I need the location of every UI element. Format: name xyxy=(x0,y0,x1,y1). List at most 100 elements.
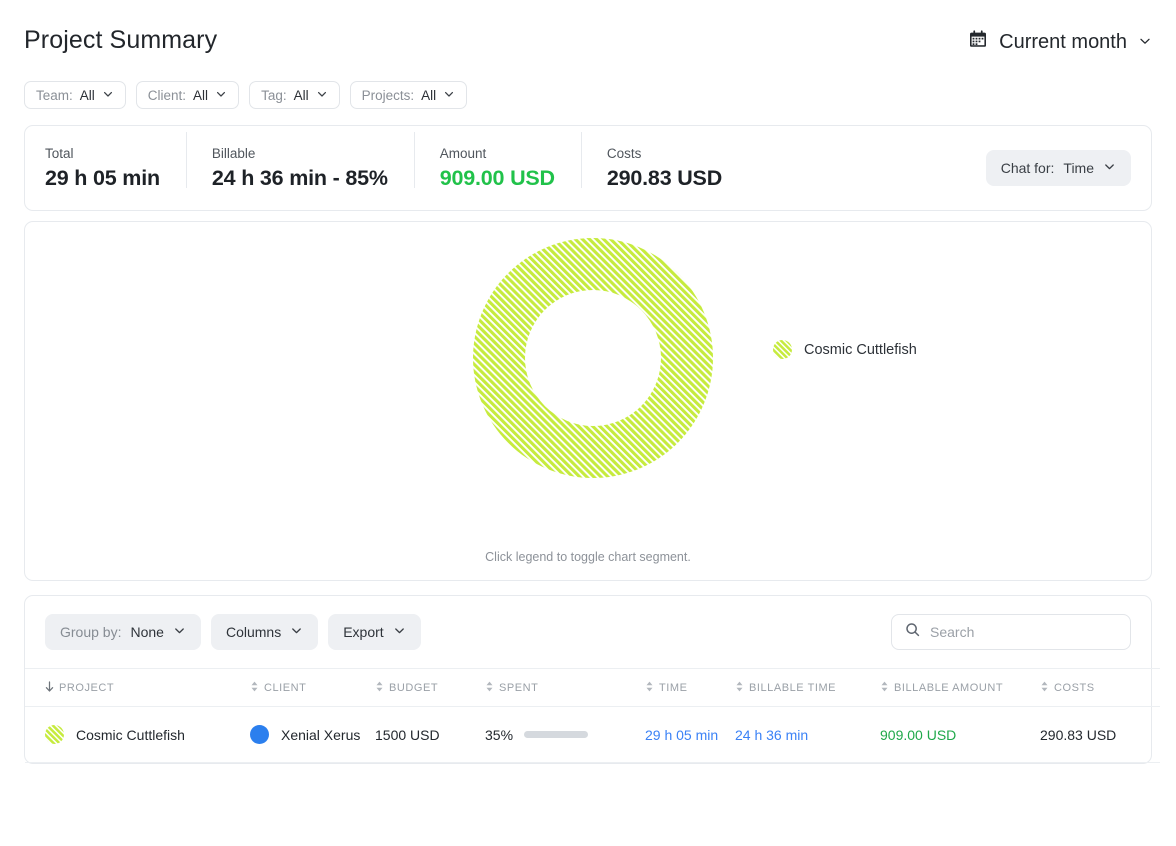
summary-stats-card: Total 29 h 05 min Billable 24 h 36 min -… xyxy=(24,125,1152,211)
filter-client-label: Client: xyxy=(147,87,187,103)
filter-tag-value: All xyxy=(293,87,309,103)
table-toolbar: Group by: None Columns Export xyxy=(25,596,1151,668)
column-header-costs[interactable]: COSTS xyxy=(1040,668,1160,707)
column-label: BILLABLE TIME xyxy=(749,681,837,694)
filter-team[interactable]: Team: All xyxy=(24,81,126,109)
stat-amount: Amount 909.00 USD xyxy=(413,131,581,191)
cell-client: Xenial Xerus xyxy=(250,706,375,763)
chart-card: Cosmic Cuttlefish Click legend to toggle… xyxy=(24,221,1152,581)
table-row[interactable]: Cosmic Cuttlefish Xenial Xerus 1500 USD xyxy=(25,706,1160,763)
sort-icon xyxy=(250,681,259,695)
legend-color-swatch xyxy=(773,340,792,359)
project-name: Cosmic Cuttlefish xyxy=(76,726,185,743)
column-header-billable-time[interactable]: BILLABLE TIME xyxy=(735,668,880,707)
filter-client-value: All xyxy=(193,87,209,103)
cell-project[interactable]: Cosmic Cuttlefish xyxy=(25,706,250,763)
chevron-down-icon xyxy=(393,624,406,640)
column-header-budget[interactable]: BUDGET xyxy=(375,668,485,707)
filter-team-value: All xyxy=(79,87,95,103)
column-header-billable-amount[interactable]: BILLABLE AMOUNT xyxy=(880,668,1040,707)
columns-label: Columns xyxy=(225,624,282,640)
stat-costs: Costs 290.83 USD xyxy=(580,131,748,191)
chart-legend-item-cosmic-cuttlefish[interactable]: Cosmic Cuttlefish xyxy=(773,340,917,359)
chart-area: Cosmic Cuttlefish Click legend to toggle… xyxy=(25,222,1151,580)
sort-icon xyxy=(735,681,744,695)
cell-time[interactable]: 29 h 05 min xyxy=(645,706,735,763)
cell-budget: 1500 USD xyxy=(375,706,485,763)
column-label: TIME xyxy=(659,681,688,694)
calendar-icon xyxy=(968,29,988,55)
client-color-dot xyxy=(250,725,269,744)
table-header: PROJECT CLIENT BUDGET SPENT TIME BILLABL… xyxy=(25,668,1160,707)
stat-billable: Billable 24 h 36 min - 85% xyxy=(185,131,414,191)
filter-tag[interactable]: Tag: All xyxy=(249,81,340,109)
stat-amount-label: Amount xyxy=(439,145,487,161)
stat-total-value: 29 h 05 min xyxy=(45,165,160,190)
chart-metric-selector[interactable]: Chat for: Time xyxy=(985,150,1131,186)
cell-billable-time[interactable]: 24 h 36 min xyxy=(735,706,880,763)
chevron-down-icon xyxy=(215,88,227,103)
project-summary-page: Project Summary Current month Team: All … xyxy=(0,0,1176,846)
stat-billable-value: 24 h 36 min - 85% xyxy=(211,165,388,190)
page-title: Project Summary xyxy=(24,26,218,54)
cell-billable-amount: 909.00 USD xyxy=(880,706,1040,763)
search-icon xyxy=(905,622,920,642)
sort-desc-icon xyxy=(45,680,54,695)
chevron-down-icon xyxy=(316,88,328,103)
sort-icon xyxy=(645,681,654,695)
stat-total: Total 29 h 05 min xyxy=(45,146,186,191)
column-header-spent[interactable]: SPENT xyxy=(485,668,645,707)
column-label: BILLABLE AMOUNT xyxy=(894,681,1004,694)
stat-amount-value: 909.00 USD xyxy=(439,165,555,190)
columns-button[interactable]: Columns xyxy=(210,614,319,650)
stat-total-label: Total xyxy=(45,145,74,161)
date-range-selector[interactable]: Current month xyxy=(968,26,1152,55)
column-header-project[interactable]: PROJECT xyxy=(25,668,250,707)
spent-progress-bar xyxy=(524,731,589,738)
stat-billable-label: Billable xyxy=(211,145,256,161)
column-label: COSTS xyxy=(1054,681,1095,694)
page-header: Project Summary Current month xyxy=(24,0,1152,55)
search-box[interactable] xyxy=(891,614,1131,650)
column-header-time[interactable]: TIME xyxy=(645,668,735,707)
chart-metric-value: Time xyxy=(1063,160,1094,176)
filter-projects-value: All xyxy=(421,87,437,103)
chevron-down-icon xyxy=(1103,160,1116,176)
sort-icon xyxy=(485,681,494,695)
chevron-down-icon xyxy=(1138,31,1152,54)
cell-costs: 290.83 USD xyxy=(1040,706,1160,763)
chart-hint-text: Click legend to toggle chart segment. xyxy=(485,550,691,564)
column-label: SPENT xyxy=(499,681,539,694)
donut-chart-wrap: Cosmic Cuttlefish xyxy=(25,222,1151,532)
cell-spent: 35% xyxy=(485,706,645,763)
client-name: Xenial Xerus xyxy=(281,726,361,743)
table-header-row: PROJECT CLIENT BUDGET SPENT TIME BILLABL… xyxy=(25,668,1160,707)
column-label: PROJECT xyxy=(59,681,115,694)
chevron-down-icon xyxy=(290,624,303,640)
spent-percent: 35% xyxy=(485,726,514,743)
chevron-down-icon xyxy=(443,88,455,103)
chart-metric-label: Chat for: xyxy=(1000,160,1055,176)
projects-table: PROJECT CLIENT BUDGET SPENT TIME BILLABL… xyxy=(25,668,1160,763)
group-by-selector[interactable]: Group by: None xyxy=(45,614,201,650)
filter-tag-label: Tag: xyxy=(261,87,287,103)
filter-projects[interactable]: Projects: All xyxy=(349,81,468,109)
export-label: Export xyxy=(343,624,384,640)
legend-label: Cosmic Cuttlefish xyxy=(804,341,917,358)
stat-costs-label: Costs xyxy=(606,145,642,161)
chevron-down-icon xyxy=(102,88,114,103)
date-range-label: Current month xyxy=(999,30,1127,53)
filter-team-label: Team: xyxy=(36,87,73,103)
column-label: BUDGET xyxy=(389,681,439,694)
column-label: CLIENT xyxy=(264,681,307,694)
sort-icon xyxy=(880,681,889,695)
project-color-dot xyxy=(45,725,64,744)
sort-icon xyxy=(1040,681,1049,695)
export-button[interactable]: Export xyxy=(328,614,421,650)
column-header-client[interactable]: CLIENT xyxy=(250,668,375,707)
filter-projects-label: Projects: xyxy=(361,87,415,103)
sort-icon xyxy=(375,681,384,695)
donut-chart[interactable] xyxy=(471,236,715,485)
filter-client[interactable]: Client: All xyxy=(135,81,240,109)
search-input[interactable] xyxy=(930,624,1117,640)
